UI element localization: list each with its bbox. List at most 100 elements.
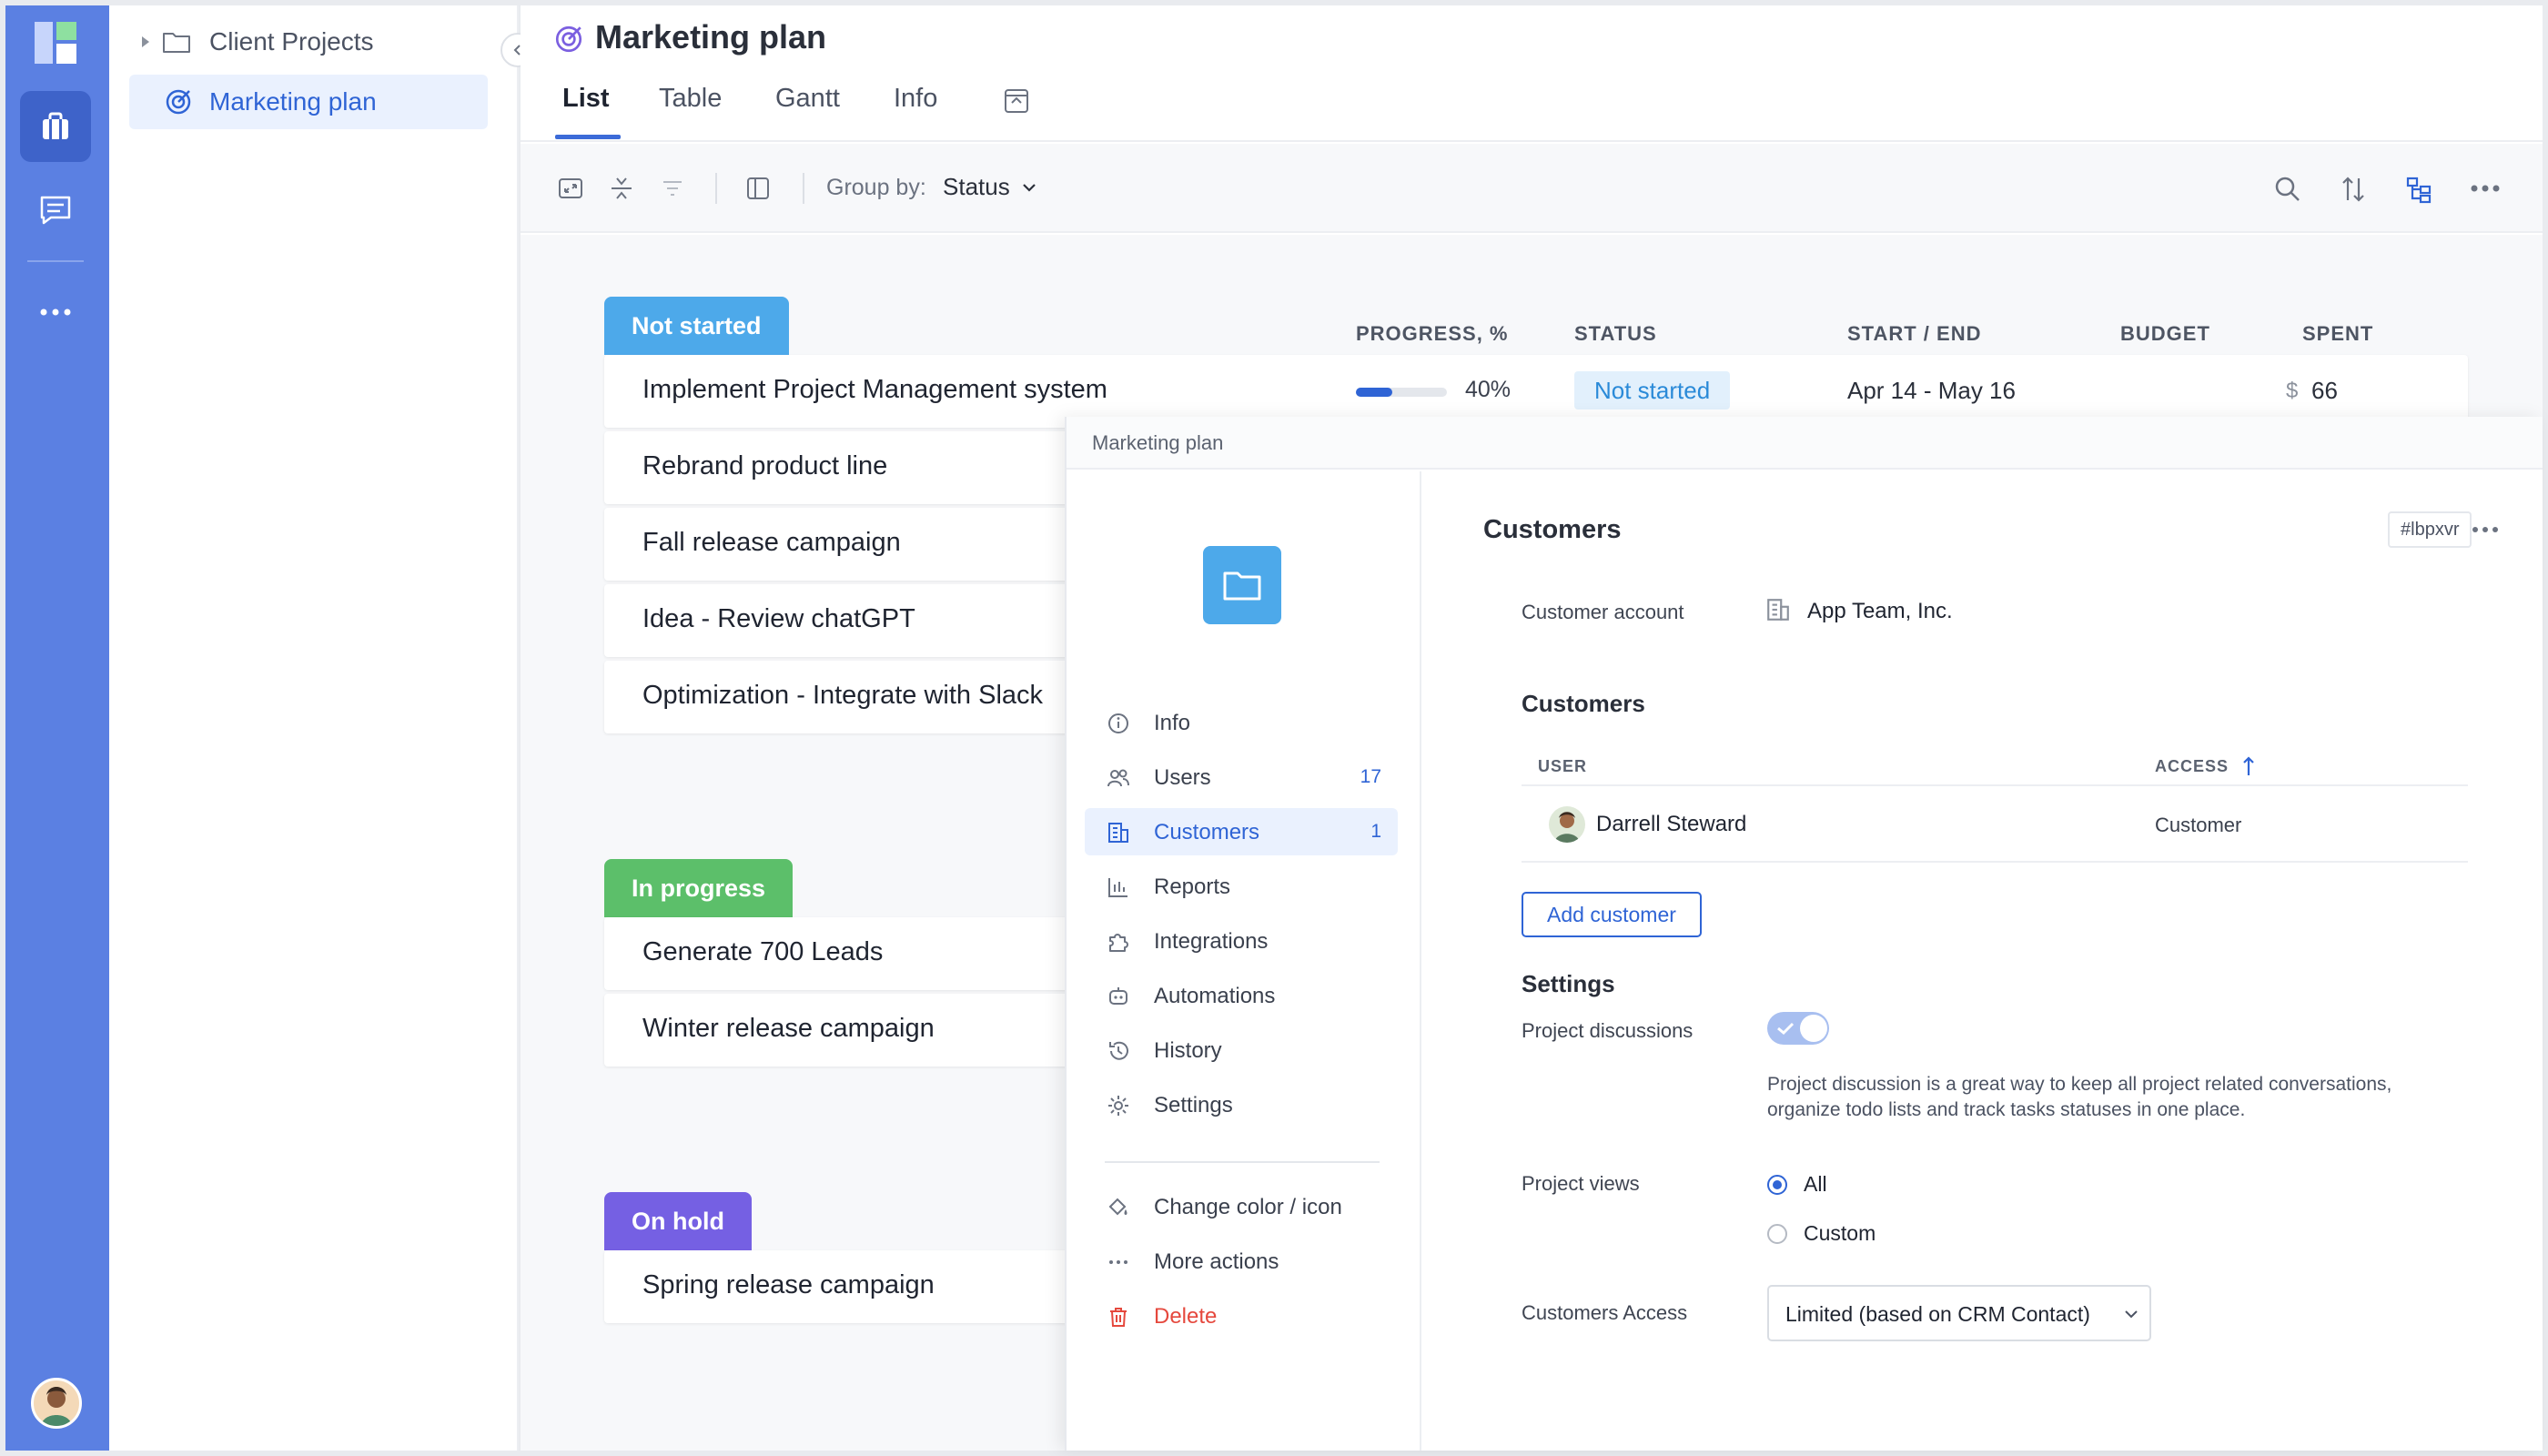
- avatar: [1549, 806, 1585, 843]
- project-discussions-toggle[interactable]: [1767, 1012, 1829, 1045]
- nav-item-users[interactable]: Users 17: [1085, 753, 1398, 801]
- column-header-spent[interactable]: SPENT: [2302, 322, 2373, 346]
- project-discussions-label: Project discussions: [1522, 1019, 1694, 1042]
- radio-button-selected[interactable]: [1767, 1174, 1787, 1195]
- customers-access-select[interactable]: Limited (based on CRM Contact): [1767, 1285, 2151, 1341]
- caret-right-icon[interactable]: [138, 35, 153, 49]
- messages-rail-button[interactable]: [20, 175, 91, 246]
- spent-value: 66: [2311, 377, 2338, 404]
- sidebar-item-label: Marketing plan: [209, 87, 377, 116]
- customer-access[interactable]: Customer: [2155, 814, 2241, 837]
- nav-item-automations[interactable]: Automations: [1085, 972, 1398, 1019]
- nav-item-label: Reports: [1154, 875, 1231, 899]
- change-color-icon-action[interactable]: Change color / icon: [1085, 1183, 1398, 1230]
- group-badge-in-progress[interactable]: In progress: [604, 859, 794, 917]
- sidebar-item-label: Client Projects: [209, 27, 374, 56]
- project-views-label: Project views: [1522, 1172, 1640, 1195]
- nav-divider: [1105, 1161, 1380, 1163]
- nav-item-label: Automations: [1154, 984, 1276, 1008]
- date-range[interactable]: Apr 14 - May 16: [1847, 377, 2016, 405]
- group-badge-on-hold[interactable]: On hold: [604, 1192, 752, 1250]
- customers-access-label: Customers Access: [1522, 1301, 1688, 1324]
- tab-gantt[interactable]: Gantt: [775, 84, 840, 114]
- project-icon-tile[interactable]: [1203, 546, 1281, 624]
- radio-custom[interactable]: Custom: [1767, 1221, 1876, 1246]
- nav-item-reports[interactable]: Reports: [1085, 863, 1398, 910]
- toolbar-divider: [803, 173, 804, 204]
- gear-icon: [1108, 1096, 1128, 1116]
- app-logo-icon[interactable]: [33, 20, 78, 66]
- more-rail-button[interactable]: [20, 277, 91, 348]
- sort-icon[interactable]: [2339, 175, 2368, 204]
- tab-info[interactable]: Info: [894, 84, 937, 114]
- column-header-status[interactable]: STATUS: [1574, 322, 1657, 346]
- radio-button[interactable]: [1767, 1223, 1787, 1244]
- tab-list[interactable]: List: [562, 84, 610, 114]
- hierarchy-icon[interactable]: [2404, 175, 2433, 204]
- expand-icon[interactable]: [557, 175, 584, 202]
- nav-item-settings[interactable]: Settings: [1085, 1081, 1398, 1128]
- customer-name[interactable]: Darrell Steward: [1596, 812, 1746, 837]
- projects-rail-button[interactable]: [20, 91, 91, 162]
- sidebar-item-marketing-plan[interactable]: Marketing plan: [129, 75, 488, 129]
- chart-icon: [1108, 878, 1127, 897]
- group-by-value: Status: [943, 173, 1010, 200]
- list-toolbar: Group by: Status: [521, 144, 2543, 233]
- chat-icon: [40, 196, 71, 225]
- column-header-user: USER: [1538, 757, 1588, 775]
- nav-item-label: More actions: [1154, 1249, 1279, 1274]
- radio-all[interactable]: All: [1767, 1172, 1827, 1197]
- delete-action[interactable]: Delete: [1085, 1292, 1398, 1340]
- more-options-icon[interactable]: [2470, 184, 2501, 193]
- nav-item-integrations[interactable]: Integrations: [1085, 917, 1398, 965]
- add-customer-button[interactable]: Add customer: [1522, 892, 1702, 937]
- info-icon: [1108, 713, 1128, 733]
- folder-icon: [163, 33, 190, 53]
- tab-table[interactable]: Table: [659, 84, 722, 114]
- chevron-down-icon: [1022, 183, 1036, 192]
- active-tab-indicator: [555, 135, 621, 139]
- archive-icon[interactable]: [1003, 87, 1030, 115]
- nav-item-customers[interactable]: Customers 1: [1085, 808, 1398, 855]
- column-header-start-end[interactable]: START / END: [1847, 322, 1981, 346]
- column-header-budget[interactable]: BUDGET: [2120, 322, 2210, 346]
- avatar[interactable]: [31, 1378, 82, 1429]
- customer-account-value[interactable]: App Team, Inc.: [1807, 599, 1953, 624]
- chevron-down-icon: [2125, 1310, 2138, 1319]
- panel-breadcrumb[interactable]: Marketing plan: [1092, 431, 1223, 455]
- project-id-badge[interactable]: #lbpxvr: [2388, 511, 2472, 548]
- more-actions-action[interactable]: More actions: [1085, 1238, 1398, 1285]
- table-row[interactable]: Darrell Steward Customer: [1522, 786, 2468, 863]
- building-icon: [1767, 599, 1789, 621]
- radio-label: All: [1804, 1172, 1827, 1196]
- customer-account-label: Customer account: [1522, 601, 1684, 623]
- row-title: Fall release campaign: [642, 528, 901, 557]
- folder-icon: [1223, 571, 1261, 601]
- puzzle-icon: [1109, 934, 1128, 952]
- trash-icon: [1110, 1308, 1127, 1327]
- page-title: Marketing plan: [595, 18, 827, 56]
- status-badge[interactable]: Not started: [1574, 371, 1731, 410]
- project-sidebar: Client Projects Marketing plan: [109, 5, 535, 1451]
- search-icon[interactable]: [2273, 175, 2302, 204]
- sidebar-item-client-projects[interactable]: Client Projects: [129, 15, 488, 69]
- filter-icon[interactable]: [659, 175, 686, 202]
- sidebar-toggle-icon[interactable]: [744, 175, 772, 202]
- users-icon: [1107, 769, 1129, 787]
- nav-item-history[interactable]: History: [1085, 1026, 1398, 1074]
- row-title: Optimization - Integrate with Slack: [642, 681, 1044, 710]
- nav-item-label: Delete: [1154, 1304, 1218, 1329]
- column-header-access[interactable]: ACCESS: [2155, 755, 2256, 777]
- row-title: Generate 700 Leads: [642, 937, 884, 966]
- app-rail: [5, 5, 109, 1451]
- progress-bar: [1356, 388, 1447, 397]
- project-discussions-description: Project discussion is a great way to kee…: [1767, 1072, 2391, 1123]
- select-value: Limited (based on CRM Contact): [1785, 1302, 2090, 1326]
- group-badge-not-started[interactable]: Not started: [604, 297, 789, 355]
- column-header-progress[interactable]: PROGRESS, %: [1356, 322, 1508, 346]
- description-line: organize todo lists and track tasks stat…: [1767, 1099, 2246, 1120]
- nav-item-info[interactable]: Info: [1085, 699, 1398, 746]
- more-options-icon[interactable]: [2472, 526, 2499, 533]
- collapse-all-icon[interactable]: [608, 175, 635, 202]
- group-by-select[interactable]: Status: [943, 173, 1037, 201]
